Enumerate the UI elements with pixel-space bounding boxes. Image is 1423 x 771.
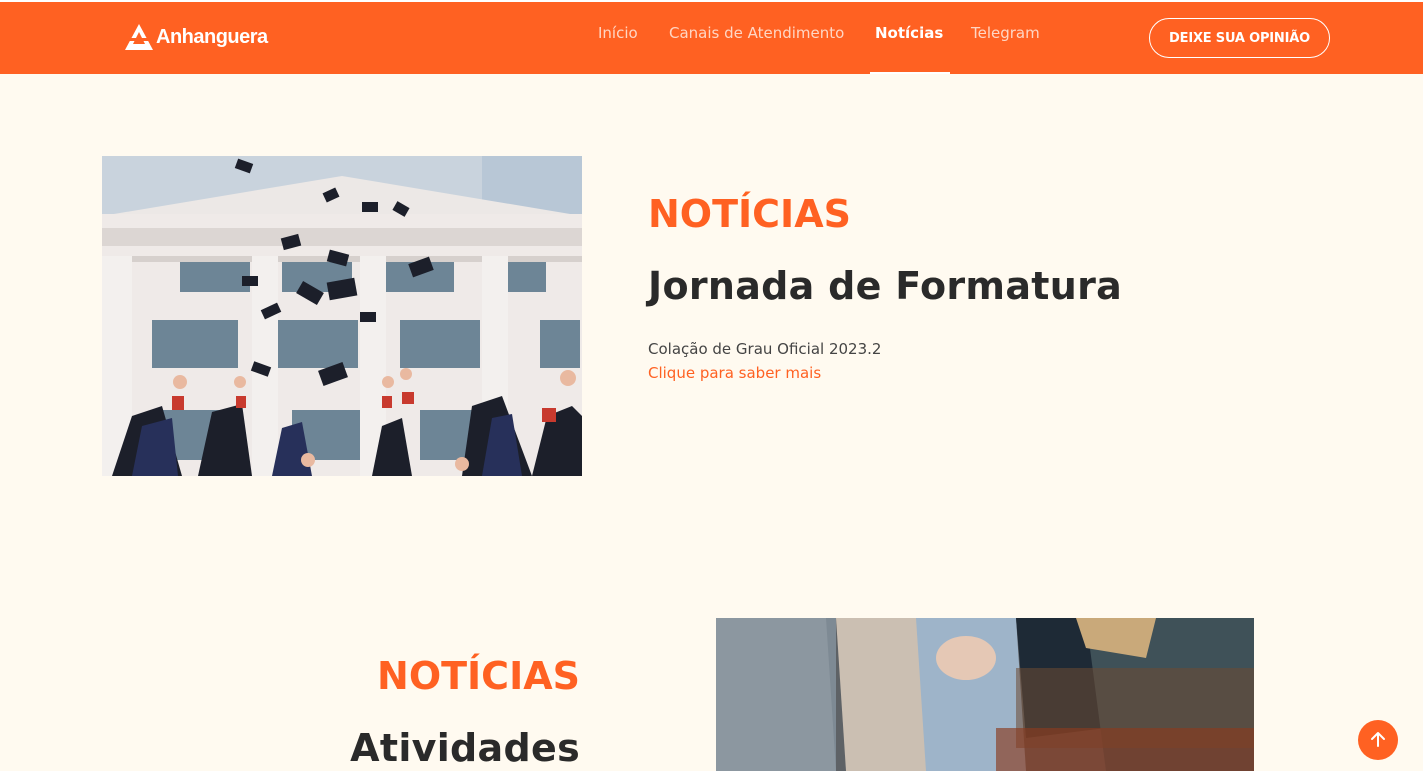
news-kicker: NOTÍCIAS: [377, 654, 580, 698]
news-description: Colação de Grau Oficial 2023.2: [648, 340, 882, 358]
nav-item-telegram[interactable]: Telegram: [971, 24, 1040, 42]
brand-logo[interactable]: Anhanguera: [124, 22, 268, 52]
active-nav-indicator: [870, 72, 950, 74]
anhanguera-logo-icon: [125, 24, 153, 50]
read-more-link[interactable]: Clique para saber mais: [648, 364, 821, 382]
activities-photo[interactable]: [716, 618, 1254, 771]
nav-item-inicio[interactable]: Início: [598, 24, 638, 42]
graduation-photo[interactable]: [102, 156, 582, 476]
arrow-up-icon: [1371, 732, 1385, 747]
feedback-button[interactable]: DEIXE SUA OPINIÃO: [1149, 18, 1330, 58]
nav-item-noticias[interactable]: Notícias: [875, 24, 943, 42]
news-title: Jornada de Formatura: [648, 264, 1123, 308]
site-header: Anhanguera Início Canais de Atendimento …: [0, 2, 1423, 74]
brand-name: Anhanguera: [156, 25, 268, 48]
scroll-to-top-button[interactable]: [1358, 720, 1398, 760]
nav-item-canais-de-atendimento[interactable]: Canais de Atendimento: [669, 24, 844, 42]
news-title: Atividades: [350, 726, 580, 770]
news-kicker: NOTÍCIAS: [648, 192, 851, 236]
